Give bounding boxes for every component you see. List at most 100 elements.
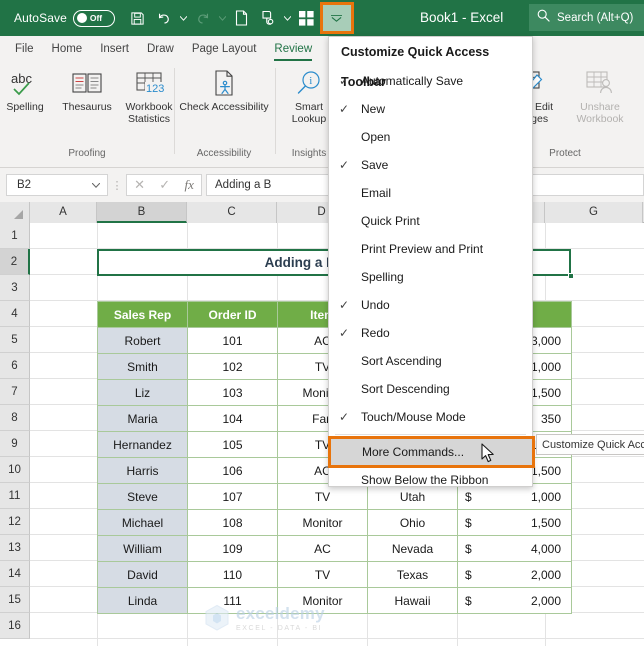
- cell-state[interactable]: Ohio: [368, 510, 458, 536]
- column-header-c[interactable]: C: [187, 202, 277, 223]
- row-header-5[interactable]: 5: [0, 327, 30, 353]
- fx-icon[interactable]: fx: [184, 177, 193, 193]
- cell-sales-rep[interactable]: Hernandez: [98, 432, 188, 458]
- check-icon[interactable]: ✓: [159, 177, 170, 193]
- table-row[interactable]: William 109 AC Nevada $4,000: [98, 536, 572, 562]
- thesaurus-button[interactable]: Thesaurus: [56, 62, 118, 113]
- menu-item-spelling[interactable]: Spelling: [329, 263, 532, 291]
- workbook-statistics-button[interactable]: 123 Workbook Statistics: [118, 62, 180, 125]
- cell-sales-rep[interactable]: Linda: [98, 588, 188, 614]
- new-icon[interactable]: [229, 5, 255, 31]
- menu-item-open[interactable]: Open: [329, 123, 532, 151]
- row-header-3[interactable]: 3: [0, 275, 30, 301]
- row-header-12[interactable]: 12: [0, 509, 30, 535]
- undo-dropdown-caret-icon[interactable]: [177, 5, 190, 31]
- table-row[interactable]: Linda 111 Monitor Hawaii $2,000: [98, 588, 572, 614]
- cell-order-id[interactable]: 108: [188, 510, 278, 536]
- autosave-toggle[interactable]: Off: [73, 10, 115, 27]
- cell-order-id[interactable]: 109: [188, 536, 278, 562]
- search-box[interactable]: Search (Alt+Q): [529, 4, 644, 31]
- tab-draw[interactable]: Draw: [138, 36, 183, 62]
- menu-item-new[interactable]: ✓ New: [329, 95, 532, 123]
- chevron-down-icon[interactable]: [92, 179, 100, 191]
- undo-icon[interactable]: [151, 5, 177, 31]
- check-accessibility-button[interactable]: Check Accessibility: [177, 62, 271, 113]
- close-icon[interactable]: ✕: [134, 177, 145, 193]
- save-icon[interactable]: [125, 5, 151, 31]
- menu-item-automatically-save[interactable]: ✓ Automatically Save: [329, 67, 532, 95]
- cell-item[interactable]: AC: [278, 536, 368, 562]
- menu-item-print-preview-and-print[interactable]: Print Preview and Print: [329, 235, 532, 263]
- spelling-button[interactable]: abc Spelling: [0, 62, 56, 113]
- name-box[interactable]: B2: [6, 174, 108, 196]
- row-header-8[interactable]: 8: [0, 405, 30, 431]
- row-header-11[interactable]: 11: [0, 483, 30, 509]
- tab-page-layout[interactable]: Page Layout: [183, 36, 266, 62]
- row-header-2[interactable]: 2: [0, 249, 30, 275]
- cell-sales-rep[interactable]: Steve: [98, 484, 188, 510]
- cell-item[interactable]: TV: [278, 562, 368, 588]
- column-header-b[interactable]: B: [97, 202, 187, 223]
- touch-mode-icon[interactable]: [255, 5, 281, 31]
- cell-sales-rep[interactable]: Maria: [98, 406, 188, 432]
- menu-item-sort-ascending[interactable]: Sort Ascending: [329, 347, 532, 375]
- row-header-4[interactable]: 4: [0, 301, 30, 327]
- menu-item-redo[interactable]: ✓ Redo: [329, 319, 532, 347]
- cell-order-id[interactable]: 106: [188, 458, 278, 484]
- cell-sales-rep[interactable]: Harris: [98, 458, 188, 484]
- cell-order-id[interactable]: 102: [188, 354, 278, 380]
- select-all-corner[interactable]: [0, 202, 30, 223]
- cell-sales-rep[interactable]: Robert: [98, 328, 188, 354]
- cell-sales[interactable]: $2,000: [458, 588, 572, 614]
- row-header-9[interactable]: 9: [0, 431, 30, 457]
- cell-state[interactable]: Hawaii: [368, 588, 458, 614]
- cell-sales-rep[interactable]: Michael: [98, 510, 188, 536]
- cell-order-id[interactable]: 103: [188, 380, 278, 406]
- cell-order-id[interactable]: 105: [188, 432, 278, 458]
- row-header-13[interactable]: 13: [0, 535, 30, 561]
- cell-sales[interactable]: $1,500: [458, 510, 572, 536]
- table-row[interactable]: Michael 108 Monitor Ohio $1,500: [98, 510, 572, 536]
- cell-sales-rep[interactable]: Liz: [98, 380, 188, 406]
- menu-item-undo[interactable]: ✓ Undo: [329, 291, 532, 319]
- menu-item-touch-mouse-mode[interactable]: ✓ Touch/Mouse Mode: [329, 403, 532, 431]
- customize-quick-access-toolbar-button[interactable]: [323, 5, 351, 31]
- customize-grid-icon[interactable]: [294, 5, 320, 31]
- menu-item-more-commands[interactable]: More Commands...: [330, 438, 533, 466]
- cell-order-id[interactable]: 107: [188, 484, 278, 510]
- cell-order-id[interactable]: 110: [188, 562, 278, 588]
- cell-item[interactable]: Monitor: [278, 588, 368, 614]
- menu-item-show-below-the-ribbon[interactable]: Show Below the Ribbon: [329, 466, 532, 494]
- fill-handle[interactable]: [568, 273, 574, 279]
- menu-item-quick-print[interactable]: Quick Print: [329, 207, 532, 235]
- tab-review[interactable]: Review: [265, 36, 321, 62]
- cell-state[interactable]: Nevada: [368, 536, 458, 562]
- column-header-g[interactable]: G: [545, 202, 643, 223]
- cell-order-id[interactable]: 104: [188, 406, 278, 432]
- table-row[interactable]: David 110 TV Texas $2,000: [98, 562, 572, 588]
- row-header-1[interactable]: 1: [0, 223, 30, 249]
- row-header-6[interactable]: 6: [0, 353, 30, 379]
- row-header-7[interactable]: 7: [0, 379, 30, 405]
- cell-state[interactable]: Texas: [368, 562, 458, 588]
- row-header-10[interactable]: 10: [0, 457, 30, 483]
- row-header-16[interactable]: 16: [0, 613, 30, 639]
- cell-sales-rep[interactable]: David: [98, 562, 188, 588]
- menu-item-sort-descending[interactable]: Sort Descending: [329, 375, 532, 403]
- cell-sales-rep[interactable]: Smith: [98, 354, 188, 380]
- cell-sales[interactable]: $4,000: [458, 536, 572, 562]
- cell-sales-rep[interactable]: William: [98, 536, 188, 562]
- row-header-15[interactable]: 15: [0, 587, 30, 613]
- cell-order-id[interactable]: 111: [188, 588, 278, 614]
- tab-file[interactable]: File: [6, 36, 43, 62]
- formula-bar-grip[interactable]: ⋮: [108, 179, 126, 192]
- menu-item-email[interactable]: Email: [329, 179, 532, 207]
- cell-item[interactable]: Monitor: [278, 510, 368, 536]
- touch-mode-caret-icon[interactable]: [281, 5, 294, 31]
- tab-insert[interactable]: Insert: [91, 36, 138, 62]
- cell-sales[interactable]: $2,000: [458, 562, 572, 588]
- tab-home[interactable]: Home: [43, 36, 92, 62]
- column-header-a[interactable]: A: [30, 202, 97, 223]
- cell-order-id[interactable]: 101: [188, 328, 278, 354]
- row-header-14[interactable]: 14: [0, 561, 30, 587]
